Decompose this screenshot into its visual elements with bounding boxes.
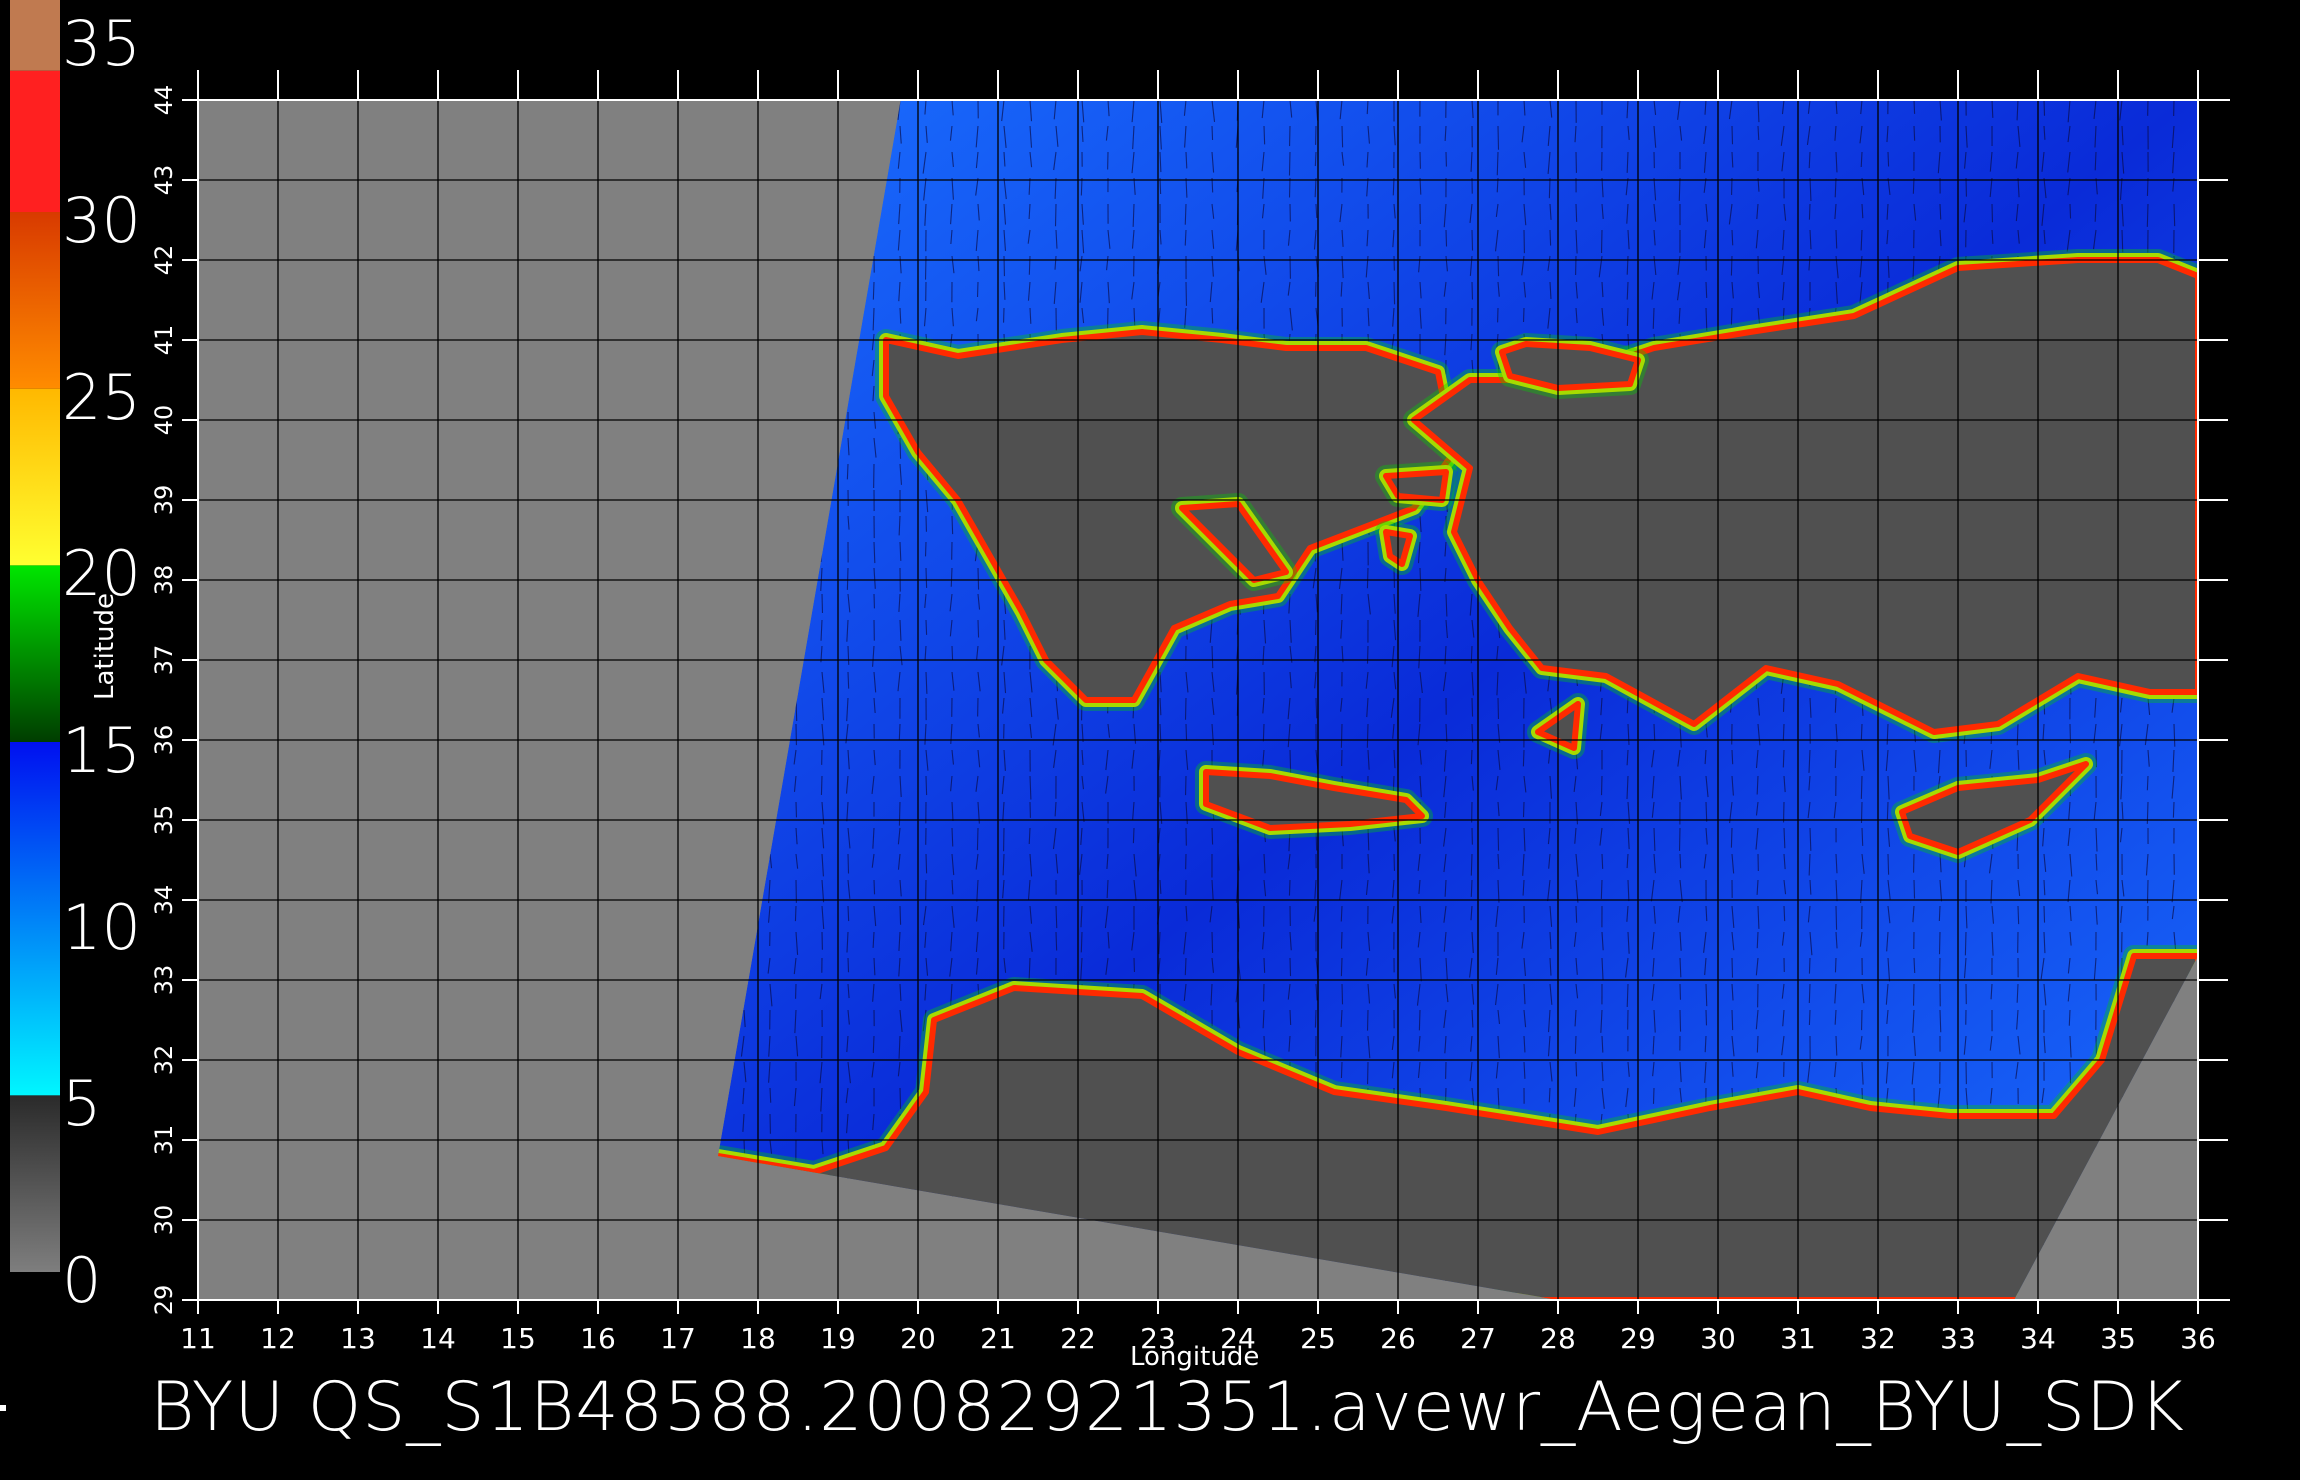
y-tick-label: 43 — [150, 165, 178, 196]
y-tick-label: 41 — [150, 325, 178, 356]
y-tick-label: 38 — [150, 565, 178, 596]
x-tick-label: 34 — [2020, 1322, 2056, 1355]
x-tick-label: 32 — [1860, 1322, 1896, 1355]
y-tick-label: 34 — [150, 885, 178, 916]
y-tick-label: 32 — [150, 1045, 178, 1076]
y-tick-label: 44 — [150, 85, 178, 116]
x-tick-label: 26 — [1380, 1322, 1416, 1355]
x-tick-label: 29 — [1620, 1322, 1656, 1355]
x-tick-label: 22 — [1060, 1322, 1096, 1355]
x-tick-label: 30 — [1700, 1322, 1736, 1355]
y-tick-label: 31 — [150, 1125, 178, 1156]
y-tick-label: 42 — [150, 245, 178, 276]
x-tick-label: 19 — [820, 1322, 856, 1355]
y-tick-label: 33 — [150, 965, 178, 996]
y-tick-label: 35 — [150, 805, 178, 836]
x-tick-label: 27 — [1460, 1322, 1496, 1355]
land-lesbos — [1383, 469, 1449, 503]
figure: 35 30 25 20 15 10 5 0 11 12 13 14 15 16 17 18 19 20 21 22 2… — [0, 0, 2300, 1480]
x-tick-label: 36 — [2180, 1322, 2216, 1355]
x-tick-label: 28 — [1540, 1322, 1576, 1355]
edge-mark — [0, 1405, 6, 1411]
x-tick-label: 12 — [260, 1322, 296, 1355]
y-tick-label: 40 — [150, 405, 178, 436]
wind-map: 11 12 13 14 15 16 17 18 19 20 21 22 23 24 25 26 27 28 29 30… — [150, 70, 2230, 1355]
x-tick-label: 15 — [500, 1322, 536, 1355]
x-tick-label: 16 — [580, 1322, 616, 1355]
y-tick-label: 36 — [150, 725, 178, 756]
x-tick-label: 35 — [2100, 1322, 2136, 1355]
y-tick-label: 29 — [150, 1285, 178, 1316]
x-tick-label: 33 — [1940, 1322, 1976, 1355]
y-tick-label: 30 — [150, 1205, 178, 1236]
y-tick-label: 39 — [150, 485, 178, 516]
x-tick-label: 20 — [900, 1322, 936, 1355]
x-tick-label: 21 — [980, 1322, 1016, 1355]
x-tick-label: 31 — [1780, 1322, 1816, 1355]
x-tick-label: 17 — [660, 1322, 696, 1355]
x-tick-label: 18 — [740, 1322, 776, 1355]
x-tick-label: 13 — [340, 1322, 376, 1355]
y-tick-label: 37 — [150, 645, 178, 676]
footer-caption: BYU QS_S1B48588.20082921351.avewr_Aegean… — [150, 1368, 2185, 1447]
x-tick-label: 25 — [1300, 1322, 1336, 1355]
x-tick-label: 14 — [420, 1322, 456, 1355]
y-axis-title: Latitude — [90, 592, 120, 700]
x-tick-label: 11 — [180, 1322, 216, 1355]
